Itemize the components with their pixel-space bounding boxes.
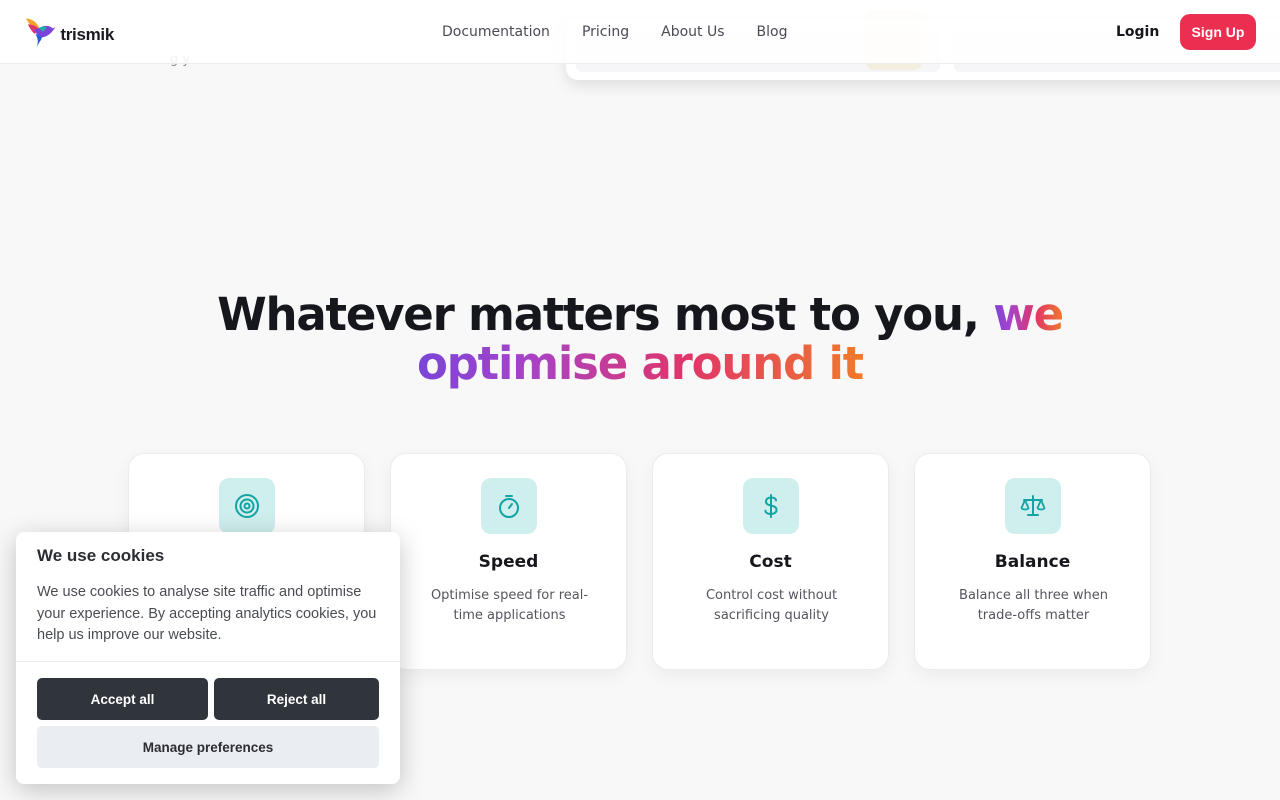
feature-card-speed: Speed Optimise speed for real-time appli… (390, 453, 627, 670)
nav-pricing[interactable]: Pricing (566, 20, 645, 44)
dollar-icon (764, 494, 778, 518)
nav-documentation[interactable]: Documentation (426, 20, 566, 44)
reject-all-button[interactable]: Reject all (214, 678, 379, 720)
cookie-body: We use cookies to analyse site traffic a… (37, 584, 377, 643)
feature-icon-box (1005, 478, 1061, 534)
feature-title: Balance (994, 552, 1071, 572)
feature-icon-box (481, 478, 537, 534)
nav-about-us[interactable]: About Us (645, 20, 740, 44)
headline-highlight-we: we (993, 288, 1064, 341)
section-headline: Whatever matters most to you, we optimis… (140, 290, 1140, 388)
signup-button[interactable]: Sign Up (1180, 14, 1256, 50)
headline-plain: Whatever matters most to you, (217, 288, 980, 341)
stopwatch-icon (499, 495, 519, 518)
feature-description: Optimise speed for real-time application… (430, 588, 589, 623)
feature-icon-box (219, 478, 275, 534)
cookie-consent-dialog: We use cookies We use cookies to analyse… (16, 532, 400, 784)
feature-title: Speed (478, 552, 539, 572)
feature-card-cost: Cost Control cost without sacrificing qu… (652, 453, 889, 670)
manage-preferences-button[interactable]: Manage preferences (37, 726, 379, 768)
cookie-divider (16, 661, 400, 662)
cookie-title: We use cookies (37, 546, 165, 565)
headline-highlight-optimise: optimise around it (416, 337, 864, 390)
site-header: trismik Documentation Pricing About Us B… (0, 0, 1280, 64)
feature-description: Balance all three when trade-offs matter (959, 588, 1108, 623)
hummingbird-logo-icon (25, 18, 56, 48)
feature-description: Control cost without sacrificing quality (705, 588, 838, 623)
feature-title: Cost (749, 552, 792, 572)
accept-all-button[interactable]: Accept all (37, 678, 208, 720)
feature-card-balance: Balance Balance all three when trade-off… (914, 453, 1151, 670)
logo-wordmark: trismik (60, 25, 114, 44)
logo[interactable]: trismik (24, 12, 114, 52)
feature-icon-box (743, 478, 799, 534)
target-icon (235, 494, 259, 518)
nav-blog[interactable]: Blog (741, 20, 804, 44)
login-link[interactable]: Login (1104, 20, 1171, 44)
main-nav: Documentation Pricing About Us Blog (426, 20, 803, 44)
scale-icon (1020, 495, 1046, 516)
